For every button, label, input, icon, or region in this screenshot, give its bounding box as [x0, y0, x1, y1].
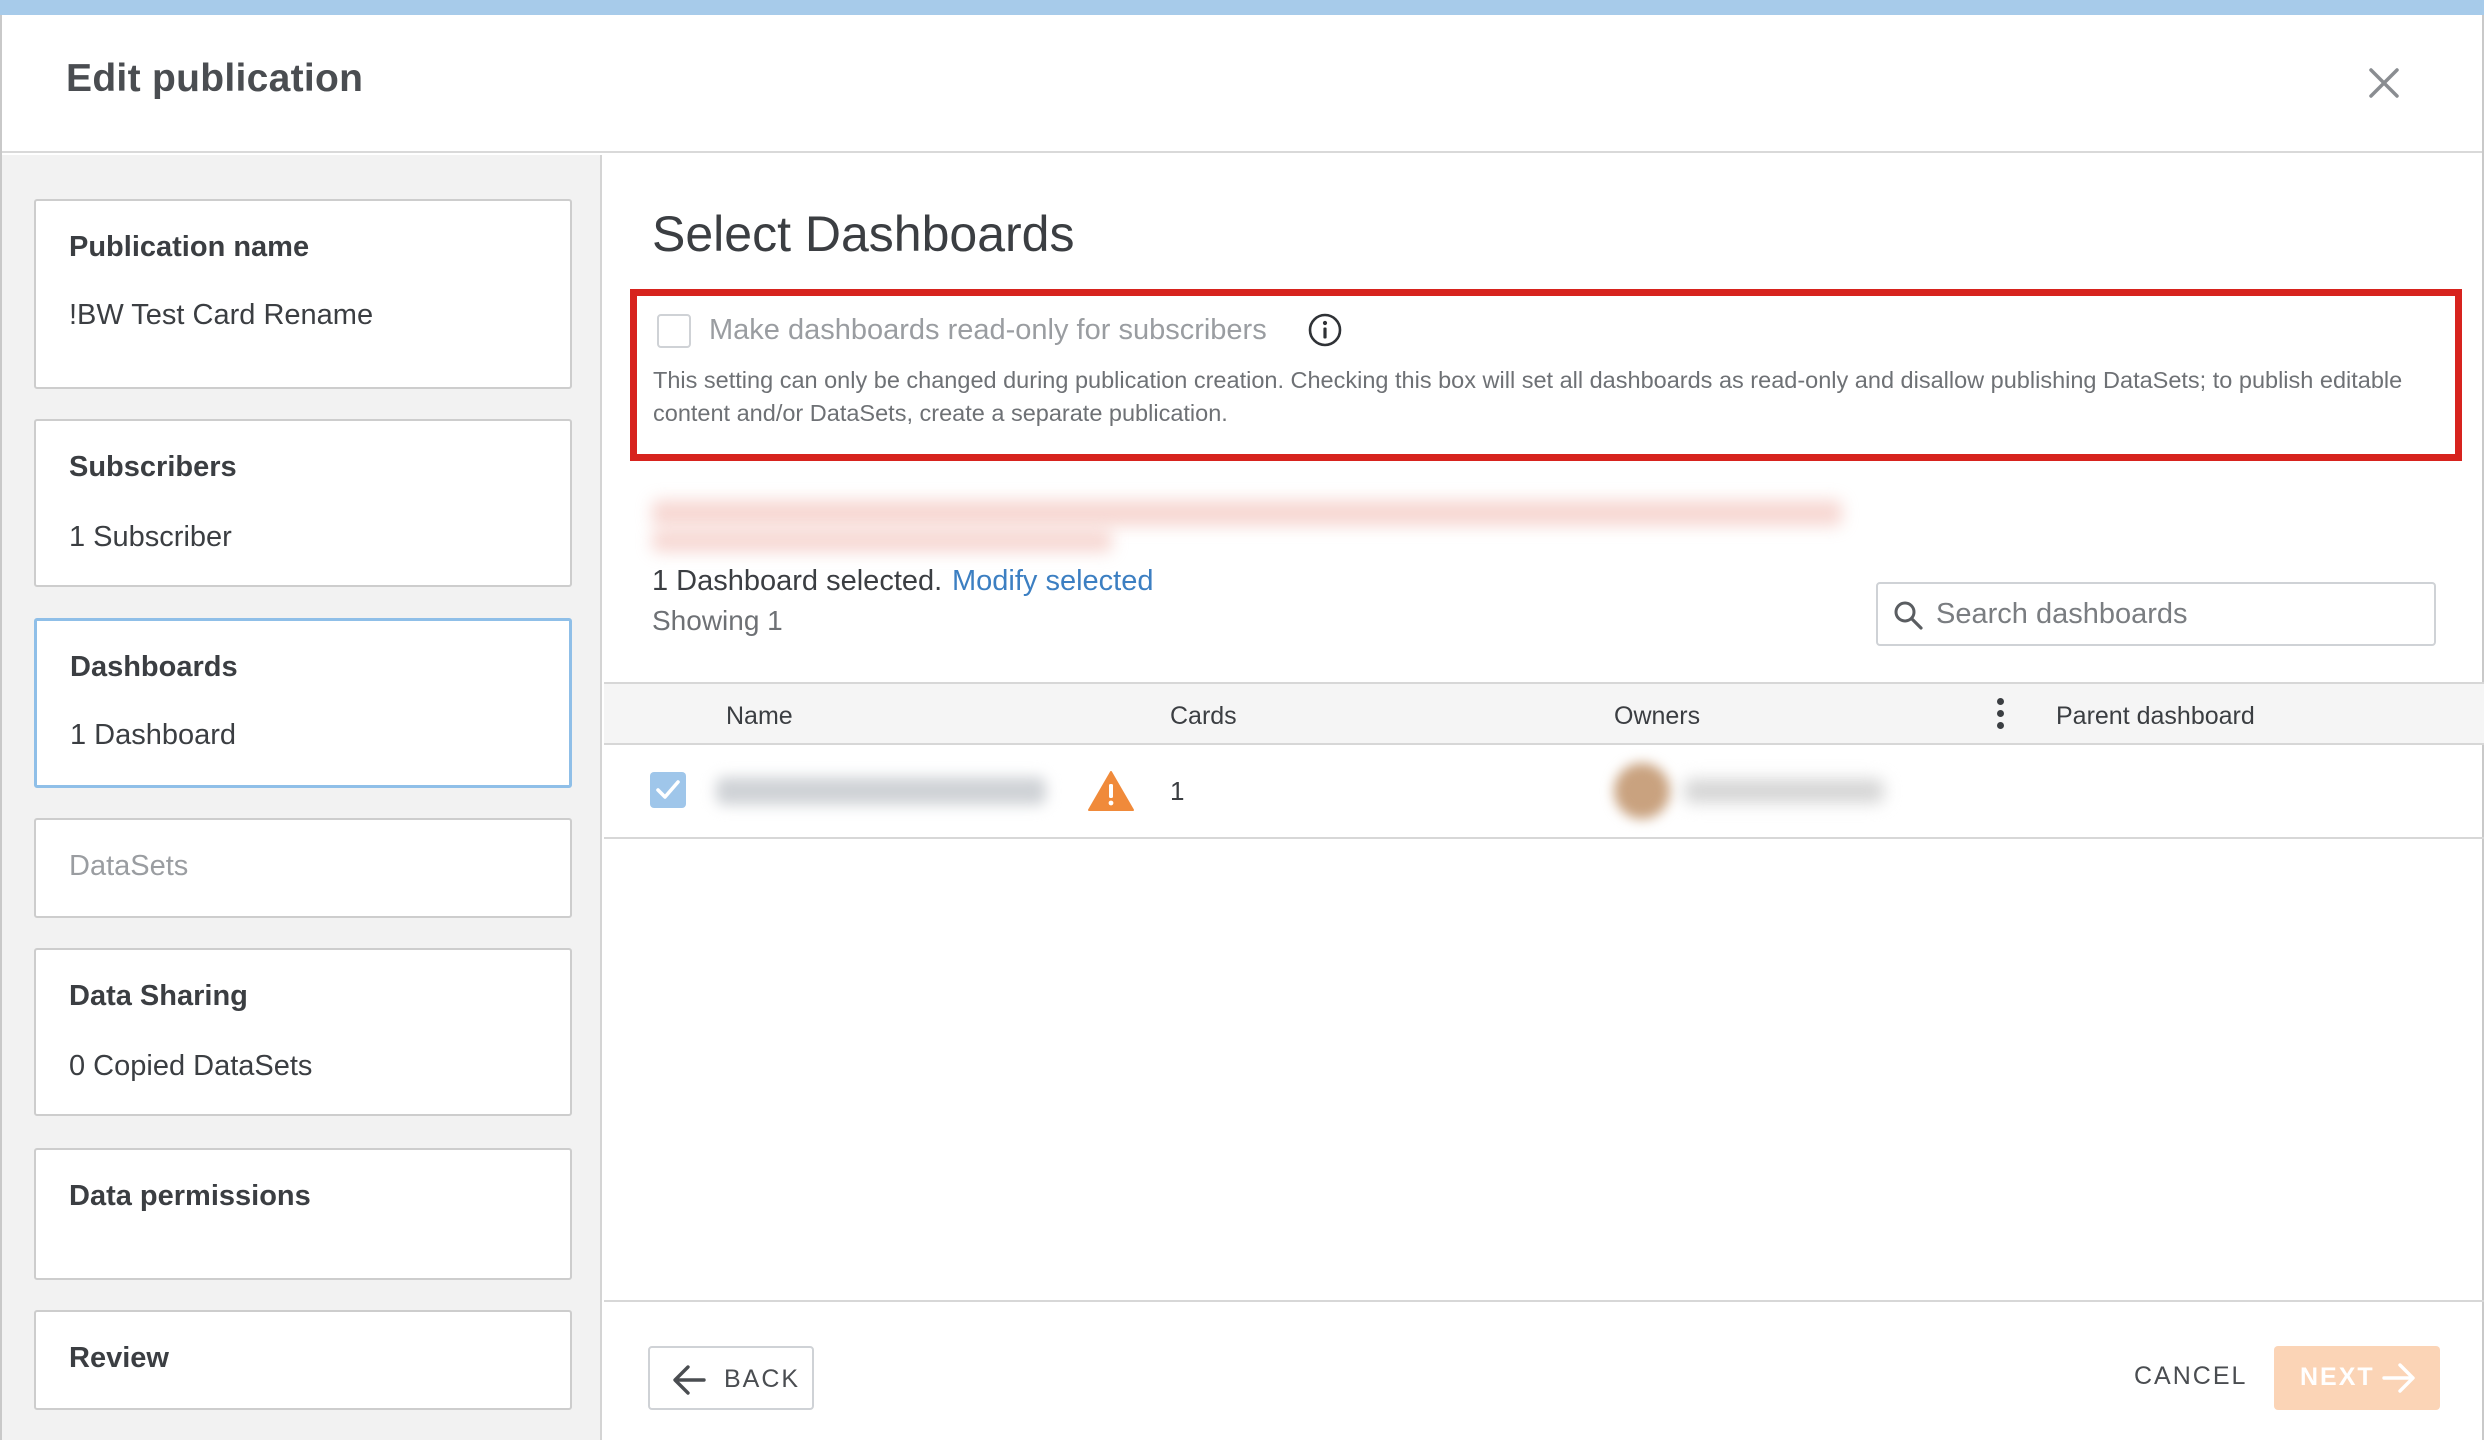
- close-icon[interactable]: [2364, 63, 2404, 103]
- arrow-left-icon: [673, 1365, 706, 1395]
- column-options-icon[interactable]: [1994, 698, 2006, 732]
- section-title: Select Dashboards: [652, 206, 1075, 262]
- next-label: NEXT: [2300, 1363, 2375, 1391]
- modal-footer: BACK CANCEL NEXT: [604, 1300, 2484, 1440]
- step-publication-name[interactable]: Publication name !BW Test Card Rename: [34, 199, 572, 389]
- step-title: Data Sharing: [69, 980, 248, 1012]
- step-review[interactable]: Review: [34, 1310, 572, 1410]
- selected-count: 1 Dashboard selected.: [652, 565, 943, 597]
- arrow-right-icon: [2382, 1363, 2415, 1393]
- next-button[interactable]: NEXT: [2274, 1346, 2440, 1410]
- owner-name-redacted: [1684, 779, 1884, 803]
- readonly-label: Make dashboards read-only for subscriber…: [709, 314, 1267, 346]
- step-title: Review: [69, 1342, 169, 1374]
- dashboard-name-redacted: [716, 777, 1046, 805]
- search-input[interactable]: [1936, 592, 2416, 636]
- step-data-sharing[interactable]: Data Sharing 0 Copied DataSets: [34, 948, 572, 1116]
- table-row[interactable]: 1: [604, 745, 2484, 839]
- back-label: BACK: [724, 1365, 801, 1393]
- redacted-text: [652, 500, 1842, 526]
- step-title: Data permissions: [69, 1180, 311, 1212]
- back-button[interactable]: BACK: [648, 1346, 814, 1410]
- warning-icon: [1088, 771, 1134, 811]
- info-icon[interactable]: [1307, 312, 1343, 348]
- step-title: Dashboards: [70, 651, 238, 683]
- column-header-parent-dashboard[interactable]: Parent dashboard: [2056, 702, 2255, 731]
- step-value: 0 Copied DataSets: [69, 1050, 313, 1082]
- step-title: Publication name: [69, 231, 310, 263]
- redacted-text: [652, 530, 1112, 552]
- step-subscribers[interactable]: Subscribers 1 Subscriber: [34, 419, 572, 587]
- readonly-setting-box: Make dashboards read-only for subscriber…: [630, 289, 2462, 461]
- main-panel: Select Dashboards Make dashboards read-o…: [604, 155, 2484, 1440]
- column-header-name[interactable]: Name: [726, 702, 793, 731]
- step-title: Subscribers: [69, 451, 237, 483]
- step-dashboards[interactable]: Dashboards 1 Dashboard: [34, 618, 572, 788]
- showing-count: Showing 1: [652, 605, 783, 636]
- search-box[interactable]: [1876, 582, 2436, 646]
- top-accent-bar: [0, 0, 2484, 15]
- modal-header: Edit publication: [2, 15, 2482, 153]
- row-checkbox[interactable]: [650, 772, 686, 808]
- step-data-permissions[interactable]: Data permissions: [34, 1148, 572, 1280]
- column-header-cards[interactable]: Cards: [1170, 702, 1237, 731]
- step-title: DataSets: [69, 850, 189, 882]
- column-header-owners[interactable]: Owners: [1614, 702, 1700, 731]
- step-datasets[interactable]: DataSets: [34, 818, 572, 918]
- modify-selected-link[interactable]: Modify selected: [952, 565, 1154, 598]
- avatar: [1614, 763, 1670, 819]
- search-icon: [1894, 601, 1923, 630]
- table-header: Name Cards Owners Parent dashboard: [604, 682, 2484, 745]
- readonly-checkbox[interactable]: [657, 314, 691, 348]
- modal-title: Edit publication: [66, 57, 364, 100]
- readonly-description: This setting can only be changed during …: [653, 367, 2403, 426]
- steps-sidebar: Publication name !BW Test Card Rename Su…: [2, 155, 602, 1440]
- step-value: !BW Test Card Rename: [69, 299, 374, 331]
- cards-count: 1: [1170, 776, 1185, 806]
- step-value: 1 Dashboard: [70, 719, 237, 751]
- edit-publication-modal: Edit publication Publication name !BW Te…: [0, 15, 2484, 1440]
- check-icon: [656, 780, 680, 799]
- step-value: 1 Subscriber: [69, 521, 232, 553]
- cancel-button[interactable]: CANCEL: [2134, 1362, 2247, 1391]
